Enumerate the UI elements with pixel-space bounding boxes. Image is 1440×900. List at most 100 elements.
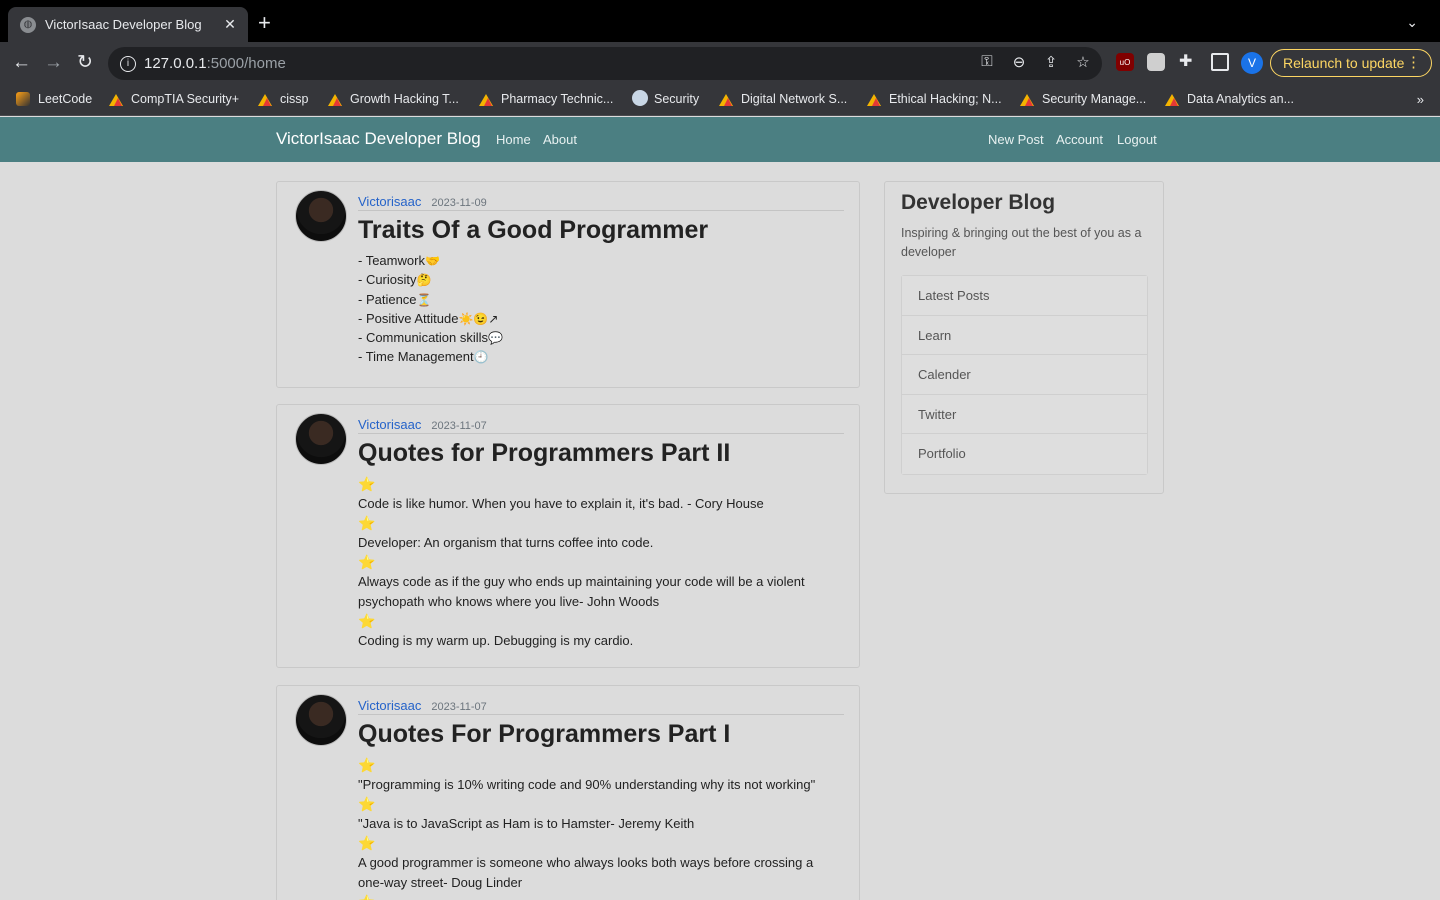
- forward-icon[interactable]: →: [44, 51, 63, 75]
- back-icon[interactable]: ←: [12, 51, 31, 75]
- sidebar-title: Developer Blog: [901, 191, 1056, 214]
- bookmark-item[interactable]: Digital Network S...: [719, 92, 847, 106]
- quote-text: Code is like humor. When you have to exp…: [358, 496, 764, 511]
- post-date: 2023-11-07: [431, 420, 487, 432]
- bookmarks-bar: LeetCode CompTIA Security+ cissp Growth …: [0, 84, 1440, 116]
- star-emoji: ⭐: [358, 835, 376, 851]
- post-title[interactable]: Traits Of a Good Programmer: [358, 216, 708, 245]
- bookmark-item[interactable]: Security: [632, 90, 700, 106]
- thinking-emoji: 🤔: [416, 273, 432, 288]
- extensions-puzzle-icon[interactable]: ✚: [1179, 51, 1197, 70]
- sidebar-item-learn[interactable]: Learn: [902, 315, 1147, 355]
- post-line: - Teamwork🤝: [358, 253, 440, 268]
- url-host: 127.0.0.1: [144, 55, 207, 72]
- google-drive-icon: [867, 92, 883, 106]
- bookmark-label: CompTIA Security+: [131, 92, 240, 106]
- google-drive-icon: [328, 92, 344, 106]
- bookmark-item[interactable]: Ethical Hacking; N...: [867, 92, 1002, 106]
- address-bar[interactable]: i 127.0.0.1:5000/home ⚿ ⊖ ⇪ ☆: [108, 47, 1102, 80]
- star-emoji: ⭐: [358, 476, 376, 492]
- sun-wink-arrow-emoji: ☀️😉↗: [458, 311, 499, 326]
- bookmark-item[interactable]: cissp: [258, 92, 308, 106]
- bookmark-item[interactable]: Security Manage...: [1020, 92, 1146, 106]
- sidebar-description: Inspiring & bringing out the best of you…: [901, 226, 1142, 259]
- star-emoji: ⭐: [358, 613, 376, 629]
- relaunch-label: Relaunch to update: [1283, 55, 1405, 71]
- quote-text: "Java is to JavaScript as Ham is to Hams…: [358, 816, 695, 831]
- bookmark-item[interactable]: Pharmacy Technic...: [479, 92, 613, 106]
- post-date: 2023-11-07: [431, 701, 487, 713]
- post-line: - Patience⏳: [358, 291, 432, 307]
- google-drive-icon: [109, 92, 125, 106]
- browser-toolbar: ← → ↻ i 127.0.0.1:5000/home ⚿ ⊖ ⇪ ☆ uO ✚…: [0, 42, 1440, 84]
- relaunch-button[interactable]: Relaunch to update ⋮: [1270, 49, 1432, 77]
- nav-new-post-link[interactable]: New Post: [988, 132, 1044, 147]
- ublock-icon[interactable]: uO: [1116, 53, 1134, 71]
- post-card: Victorisaac 2023-11-09 Traits Of a Good P…: [276, 181, 860, 388]
- google-drive-icon: [1020, 92, 1036, 106]
- browser-tab[interactable]: ◍ VictorIsaac Developer Blog ✕: [8, 7, 248, 42]
- sidebar-item-latest-posts[interactable]: Latest Posts: [902, 276, 1147, 316]
- nav-about-link[interactable]: About: [543, 132, 577, 147]
- hourglass-emoji: ⏳: [416, 292, 432, 307]
- sidebar-item-portfolio[interactable]: Portfolio: [902, 434, 1147, 474]
- reload-icon[interactable]: ↻: [77, 51, 93, 75]
- tab-search-icon[interactable]: ⌄: [1406, 14, 1418, 31]
- kebab-menu-icon[interactable]: ⋮: [1406, 53, 1421, 71]
- sidebar-item-calender[interactable]: Calender: [902, 355, 1147, 395]
- post-meta: Victorisaac 2023-11-07: [358, 697, 844, 715]
- bookmark-label: Security Manage...: [1042, 92, 1147, 106]
- key-icon[interactable]: ⚿: [978, 53, 996, 71]
- post-author-link[interactable]: Victorisaac: [358, 417, 421, 432]
- star-emoji: ⭐: [358, 796, 376, 812]
- handshake-emoji: 🤝: [424, 254, 440, 268]
- star-emoji: ⭐: [358, 554, 376, 570]
- post-content: ⭐ "Programming is 10% writing code and 9…: [358, 756, 828, 900]
- zoom-icon[interactable]: ⊖: [1010, 53, 1028, 71]
- bookmark-item[interactable]: Growth Hacking T...: [328, 92, 459, 106]
- bookmark-label: cissp: [280, 92, 309, 106]
- quote-text: Developer: An organism that turns coffee…: [358, 535, 654, 550]
- star-emoji: ⭐: [358, 757, 376, 773]
- bookmark-label: Security: [654, 92, 700, 106]
- quote-text: "Programming is 10% writing code and 90%…: [358, 777, 816, 792]
- avatar: [295, 413, 347, 465]
- nav-home-link[interactable]: Home: [496, 132, 531, 147]
- post-title[interactable]: Quotes for Programmers Part II: [358, 439, 730, 468]
- sidebar: Developer Blog Inspiring & bringing out …: [884, 181, 1164, 494]
- site-brand[interactable]: VictorIsaac Developer Blog: [276, 129, 481, 149]
- side-panel-icon[interactable]: [1211, 53, 1229, 71]
- nav-account-link[interactable]: Account: [1056, 132, 1103, 147]
- bookmark-label: Digital Network S...: [741, 92, 848, 106]
- clock-emoji: 🕘: [473, 350, 489, 365]
- post-line: - Positive Attitude☀️😉↗: [358, 310, 499, 326]
- leetcode-icon: [16, 92, 32, 106]
- more-bookmarks-icon[interactable]: »: [1417, 92, 1424, 107]
- post-line: - Curiosity🤔: [358, 272, 432, 288]
- close-icon[interactable]: ✕: [222, 16, 238, 33]
- bookmark-item[interactable]: Data Analytics an...: [1165, 92, 1294, 106]
- bookmark-label: Growth Hacking T...: [350, 92, 459, 106]
- site-navbar: VictorIsaac Developer Blog Home About Ne…: [0, 117, 1440, 162]
- nav-logout-link[interactable]: Logout: [1117, 132, 1157, 147]
- tab-strip: ◍ VictorIsaac Developer Blog ✕ + ⌄: [0, 0, 1440, 42]
- bookmark-star-icon[interactable]: ☆: [1074, 53, 1092, 71]
- globe-icon: [632, 90, 648, 106]
- post-content: - Teamwork🤝 - Curiosity🤔 - Patience⏳ - P…: [358, 251, 838, 367]
- extension-icon[interactable]: [1147, 53, 1165, 71]
- star-emoji: ⭐: [358, 515, 376, 531]
- bookmark-item[interactable]: CompTIA Security+: [109, 92, 239, 106]
- post-author-link[interactable]: Victorisaac: [358, 698, 421, 713]
- post-title[interactable]: Quotes For Programmers Part I: [358, 720, 730, 749]
- tab-title: VictorIsaac Developer Blog: [45, 17, 202, 32]
- post-meta: Victorisaac 2023-11-09: [358, 193, 844, 211]
- star-emoji: ⭐: [358, 893, 828, 900]
- sidebar-item-twitter[interactable]: Twitter: [902, 394, 1147, 434]
- globe-icon: ◍: [20, 16, 36, 33]
- share-icon[interactable]: ⇪: [1042, 53, 1060, 71]
- site-info-icon[interactable]: i: [120, 55, 136, 72]
- post-author-link[interactable]: Victorisaac: [358, 194, 421, 209]
- new-tab-button[interactable]: +: [258, 12, 271, 34]
- bookmark-item[interactable]: LeetCode: [16, 92, 92, 106]
- profile-avatar[interactable]: V: [1241, 52, 1263, 74]
